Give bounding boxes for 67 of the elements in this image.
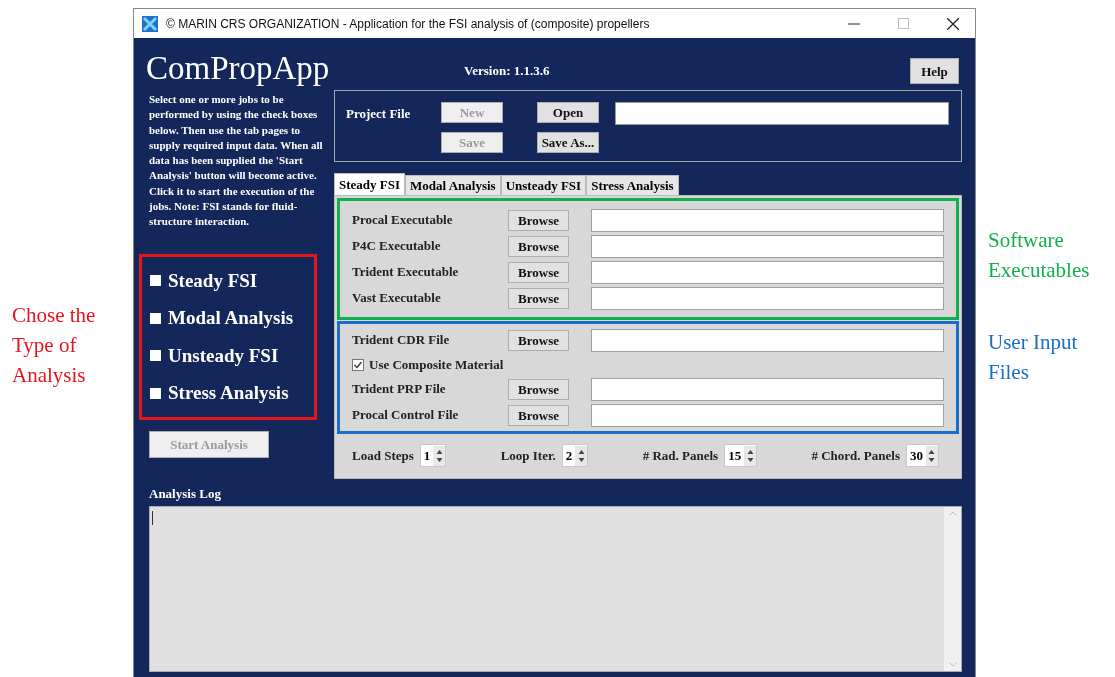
browse-button[interactable]: Browse <box>508 235 569 257</box>
spin-arrows-icon[interactable] <box>575 445 588 466</box>
browse-button[interactable]: Browse <box>508 209 569 231</box>
checkbox-label: Use Composite Material <box>369 355 504 374</box>
browse-button[interactable]: Browse <box>508 404 569 426</box>
text-field[interactable] <box>591 377 944 401</box>
field-label: Procal Control File <box>352 406 460 425</box>
checkbox[interactable] <box>150 275 161 287</box>
field-label: Procal Executable <box>352 211 454 230</box>
spin-arrows-icon[interactable] <box>925 445 938 466</box>
scrollbar[interactable] <box>944 506 961 671</box>
maximize-icon[interactable] <box>898 18 909 29</box>
number-spinner[interactable]: 2 <box>561 444 589 467</box>
annotation-text: User Input Files <box>988 329 1079 386</box>
checkbox[interactable] <box>150 312 161 324</box>
tab[interactable]: Stress Analysis <box>586 175 679 195</box>
number-spinner[interactable]: 30 <box>905 444 939 467</box>
number-spinner[interactable]: 1 <box>419 444 447 467</box>
spin-arrows-icon[interactable] <box>433 445 446 466</box>
close-icon[interactable] <box>947 17 959 30</box>
field-label: Trident PRP File <box>352 380 447 399</box>
browse-button[interactable]: Browse <box>508 329 569 351</box>
annotation-text: Software Executables <box>988 227 1091 284</box>
browse-button[interactable]: Browse <box>508 287 569 309</box>
text-field[interactable] <box>591 208 944 232</box>
spinner-label: Loop Iter. <box>500 446 556 465</box>
log-label: Analysis Log <box>149 485 222 503</box>
window-title: © MARIN CRS ORGANIZATION - Application for the FSI analysis of (composite) propellers <box>166 15 651 33</box>
text-field[interactable] <box>591 260 944 284</box>
version-label: Version: 1.1.3.6 <box>464 61 551 80</box>
browse-button[interactable]: Browse <box>508 378 569 400</box>
checkbox-label: Unsteady FSI <box>168 343 279 368</box>
checkbox-label: Modal Analysis <box>168 306 294 330</box>
scroll-up-icon[interactable] <box>948 510 957 516</box>
spinner-label: # Rad. Panels <box>642 446 719 465</box>
checkbox[interactable] <box>150 350 161 362</box>
annotation-text: Chose the Type of Analysis <box>12 302 97 389</box>
app-logo-icon <box>142 15 158 32</box>
checkbox[interactable] <box>150 387 161 399</box>
browse-button[interactable]: Browse <box>508 261 569 283</box>
spin-arrows-icon[interactable] <box>744 445 757 466</box>
text-field[interactable] <box>591 234 944 258</box>
project-button[interactable]: Open <box>537 102 599 123</box>
project-file-label: Project File <box>346 105 412 123</box>
tab[interactable]: Modal Analysis <box>405 175 501 195</box>
tab[interactable]: Steady FSI <box>334 173 406 195</box>
number-spinner[interactable]: 15 <box>724 444 758 467</box>
tab[interactable]: Unsteady FSI <box>500 175 587 195</box>
checkbox-label: Stress Analysis <box>168 381 289 405</box>
text-field[interactable] <box>591 286 944 310</box>
scroll-down-icon[interactable] <box>948 661 957 667</box>
text-field[interactable] <box>591 403 944 427</box>
instructions-text: Select one or more jobs to be performed by using the check boxes below. Then use the tab pages to supply required input data. When all data has been supplied the 'Start Analysis' button will become active. Click it to start the execution of the jobs. Note: FSI stands for fluid-structure interaction. <box>149 92 324 230</box>
field-label: Trident Executable <box>352 263 460 282</box>
app-name: ComPropApp <box>146 49 331 88</box>
help-button[interactable]: Help <box>910 58 959 84</box>
project-file-field[interactable] <box>615 102 949 125</box>
text-field[interactable] <box>591 328 944 352</box>
field-label: Vast Executable <box>352 289 442 308</box>
checkbox-label: Steady FSI <box>168 268 258 293</box>
spinner-label: # Chord. Panels <box>811 446 900 465</box>
spinner-label: Load Steps <box>352 446 414 465</box>
field-label: Trident CDR File <box>352 331 451 350</box>
project-button[interactable]: Save As... <box>537 132 599 153</box>
checkbox[interactable] <box>352 358 364 371</box>
log-area[interactable] <box>149 505 962 672</box>
field-label: P4C Executable <box>352 237 442 256</box>
